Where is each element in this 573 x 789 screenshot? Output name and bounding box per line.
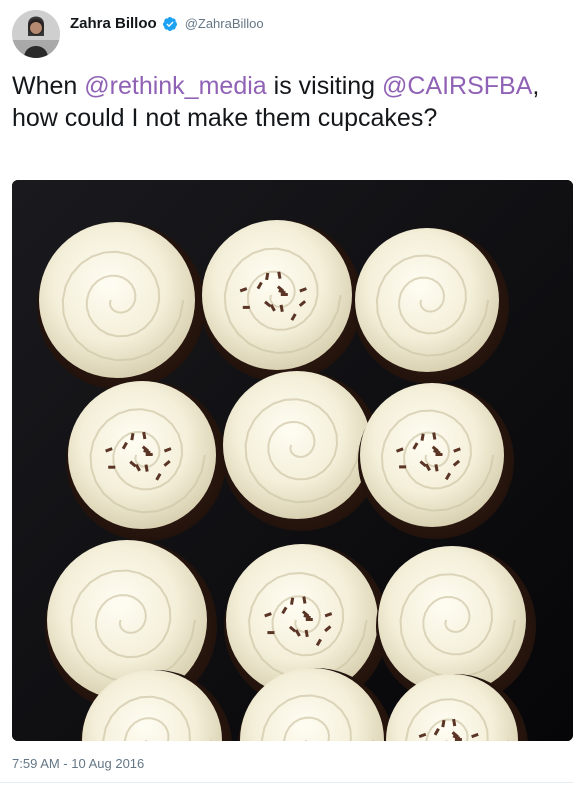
tweet-photo[interactable] xyxy=(12,180,573,741)
cupcakes-photo-icon xyxy=(12,180,573,741)
user-handle[interactable]: @ZahraBilloo xyxy=(185,16,264,31)
tweet-text-part: When xyxy=(12,72,85,100)
chocolate-shaving xyxy=(399,465,407,469)
verified-badge-icon xyxy=(162,16,178,32)
tweet-timestamp[interactable]: 7:59 AM - 10 Aug 2016 xyxy=(12,756,144,771)
chocolate-shaving xyxy=(267,631,275,635)
tweet-text: When @rethink_media is visiting @CAIRSFB… xyxy=(12,70,560,134)
avatar[interactable] xyxy=(12,10,60,58)
mention-link[interactable]: @CAIRSFBA xyxy=(382,72,532,100)
chocolate-shaving xyxy=(108,465,116,469)
mention-link[interactable]: @rethink_media xyxy=(84,72,266,100)
tweet-text-part: is visiting xyxy=(266,72,382,100)
display-name[interactable]: Zahra Billoo xyxy=(70,15,157,32)
tweet-header: Zahra Billoo @ZahraBilloo xyxy=(12,10,562,58)
name-line: Zahra Billoo @ZahraBilloo xyxy=(70,15,264,32)
avatar-image xyxy=(12,10,60,58)
chocolate-shaving xyxy=(242,305,250,309)
divider xyxy=(0,782,573,783)
